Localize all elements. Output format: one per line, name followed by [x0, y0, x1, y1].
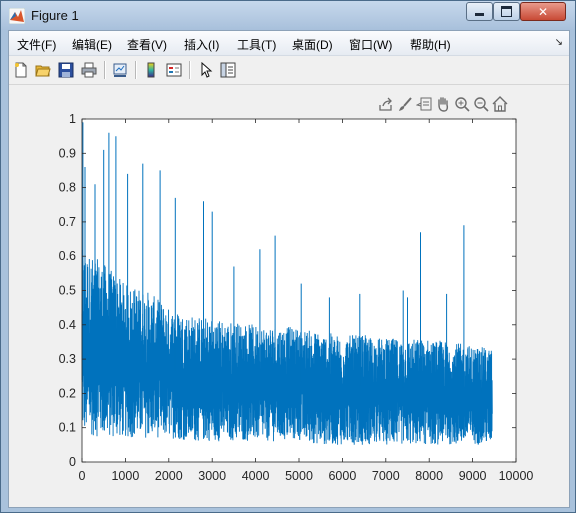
pointer-button[interactable] [196, 60, 216, 80]
menu-window[interactable]: 窗口(W) [349, 36, 392, 53]
open-file-button[interactable] [33, 60, 53, 80]
property-inspector-icon [220, 62, 236, 78]
figure-canvas: 0 1000 2000 3000 4000 5000 6000 7000 8000 9000 100… [9, 85, 569, 507]
y-tick-label: 0.9 [59, 146, 76, 160]
figure-client-area: 文件(F) 编辑(E) 查看(V) 插入(I) 工具(T) 桌面(D) 窗口(W… [8, 30, 570, 508]
link-plot-button[interactable] [110, 60, 130, 80]
x-tick-label: 6000 [328, 469, 356, 483]
title-bar[interactable]: Figure 1 ✕ [1, 1, 575, 30]
toolbar-separator [104, 61, 106, 79]
colorbar-button[interactable] [141, 60, 161, 80]
toolbar-separator [135, 61, 137, 79]
window-title: Figure 1 [31, 8, 79, 23]
x-tick-label: 4000 [242, 469, 270, 483]
x-tick-label: 5000 [285, 469, 313, 483]
open-file-icon [35, 65, 51, 77]
figure-toolbar [9, 56, 569, 85]
x-tick-label: 0 [79, 469, 86, 483]
menu-insert[interactable]: 插入(I) [184, 36, 219, 53]
print-button[interactable] [79, 60, 99, 80]
menu-help[interactable]: 帮助(H) [410, 36, 451, 53]
link-plot-icon [113, 63, 127, 77]
y-tick-label: 0.8 [59, 181, 76, 195]
y-tick-label: 0.3 [59, 352, 76, 366]
legend-button[interactable] [164, 60, 184, 80]
line-chart[interactable]: 0 1000 2000 3000 4000 5000 6000 7000 8000 9000 100… [9, 85, 569, 507]
x-tick-label: 1000 [111, 469, 139, 483]
y-tick-label: 0.6 [59, 249, 76, 263]
maximize-button[interactable] [493, 2, 520, 21]
y-tick-label: 0.1 [59, 421, 76, 435]
menu-dock-arrow-icon[interactable]: ↘ [555, 37, 563, 48]
x-tick-label: 3000 [198, 469, 226, 483]
x-tick-label: 2000 [155, 469, 183, 483]
legend-icon [166, 63, 182, 77]
y-tick-label: 0.4 [59, 318, 76, 332]
pointer-icon [201, 62, 213, 78]
menu-tools[interactable]: 工具(T) [237, 36, 276, 53]
x-tick-label: 9000 [459, 469, 487, 483]
minimize-button[interactable] [466, 2, 493, 21]
y-tick-label: 0.2 [59, 386, 76, 400]
y-tick-label: 0.5 [59, 284, 76, 298]
x-tick-label: 10000 [499, 469, 534, 483]
new-figure-button[interactable] [11, 60, 31, 80]
property-inspector-button[interactable] [218, 60, 238, 80]
maximize-icon [501, 6, 512, 17]
y-tick-label: 1 [69, 112, 76, 126]
y-tick-label: 0 [69, 455, 76, 469]
y-tick-label: 0.7 [59, 215, 76, 229]
menu-view[interactable]: 查看(V) [127, 36, 167, 53]
save-button[interactable] [56, 60, 76, 80]
new-figure-icon [15, 62, 27, 78]
menu-edit[interactable]: 编辑(E) [72, 36, 112, 53]
close-icon: ✕ [537, 4, 549, 19]
print-icon [81, 62, 97, 78]
x-tick-label: 8000 [415, 469, 443, 483]
close-button[interactable]: ✕ [520, 2, 566, 21]
save-icon [58, 62, 74, 78]
x-tick-label: 7000 [372, 469, 400, 483]
toolbar-separator [189, 61, 191, 79]
colorbar-icon [147, 62, 155, 78]
menu-desktop[interactable]: 桌面(D) [292, 36, 333, 53]
menu-file[interactable]: 文件(F) [17, 36, 56, 53]
figure-window: Figure 1 ✕ 文件(F) 编辑(E) 查看(V) 插入(I) 工具(T)… [0, 0, 576, 513]
minimize-icon [475, 13, 484, 16]
menu-bar: 文件(F) 编辑(E) 查看(V) 插入(I) 工具(T) 桌面(D) 窗口(W… [9, 31, 569, 56]
matlab-logo-icon [9, 8, 25, 24]
